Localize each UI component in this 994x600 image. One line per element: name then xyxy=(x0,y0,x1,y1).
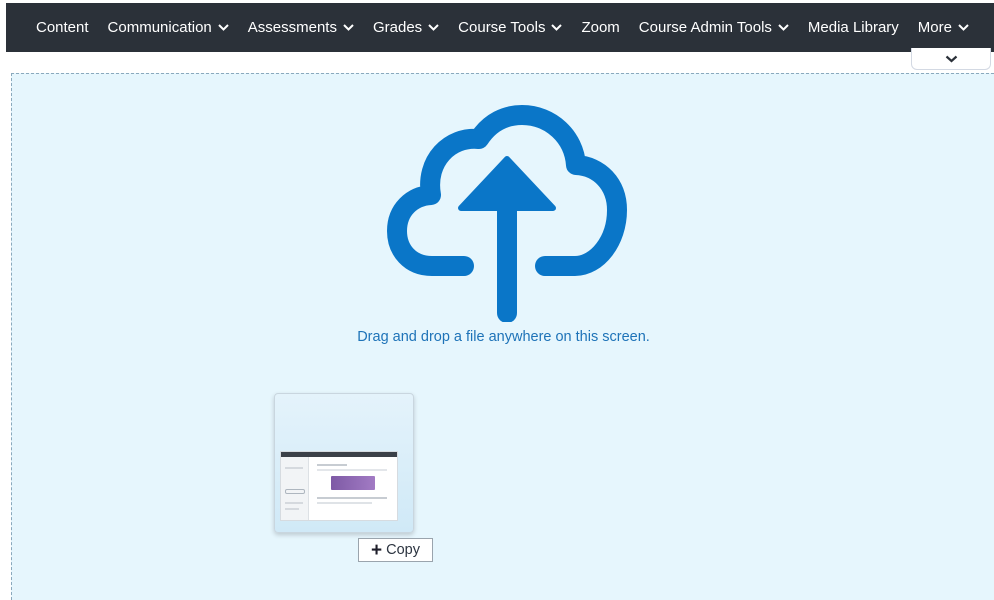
nav-label: Grades xyxy=(372,19,423,36)
nav-label: Communication xyxy=(107,19,212,36)
chevron-down-icon xyxy=(958,24,969,31)
cloud-upload-icon xyxy=(387,105,627,322)
nav-label: Course Tools xyxy=(458,19,546,36)
nav-content[interactable]: Content xyxy=(36,19,89,36)
file-drop-zone[interactable]: Drag and drop a file anywhere on this sc… xyxy=(11,73,994,600)
nav-label: Content xyxy=(36,19,89,36)
dragged-file-preview[interactable] xyxy=(274,393,414,533)
nav-label: Assessments xyxy=(247,19,337,36)
collapse-toggle-button[interactable] xyxy=(911,48,991,70)
drop-instructions: Drag and drop a file anywhere on this sc… xyxy=(357,329,650,345)
nav-media-library[interactable]: Media Library xyxy=(808,19,899,36)
nav-label: Media Library xyxy=(807,19,899,36)
nav-zoom[interactable]: Zoom xyxy=(581,19,619,36)
nav-course-admin-tools[interactable]: Course Admin Tools xyxy=(639,19,789,36)
nav-grades[interactable]: Grades xyxy=(373,19,439,36)
nav-more[interactable]: More xyxy=(918,19,969,36)
chevron-down-icon xyxy=(218,24,229,31)
chevron-down-icon xyxy=(778,24,789,31)
plus-icon: + xyxy=(371,539,383,561)
chevron-down-icon xyxy=(428,24,439,31)
chevron-down-icon xyxy=(551,24,563,31)
file-thumbnail xyxy=(280,451,398,521)
course-navbar: Content Communication Assessments Grades… xyxy=(6,3,994,52)
copy-label: Copy xyxy=(386,542,420,558)
chevron-down-icon xyxy=(945,55,957,62)
chevron-down-icon xyxy=(343,24,354,31)
nav-assessments[interactable]: Assessments xyxy=(248,19,354,36)
nav-course-tools[interactable]: Course Tools xyxy=(458,19,563,36)
nav-label: Course Admin Tools xyxy=(638,19,772,36)
nav-label: More xyxy=(917,19,952,36)
copy-drop-badge: + Copy xyxy=(358,538,433,562)
nav-communication[interactable]: Communication xyxy=(108,19,229,36)
nav-label: Zoom xyxy=(581,19,620,36)
